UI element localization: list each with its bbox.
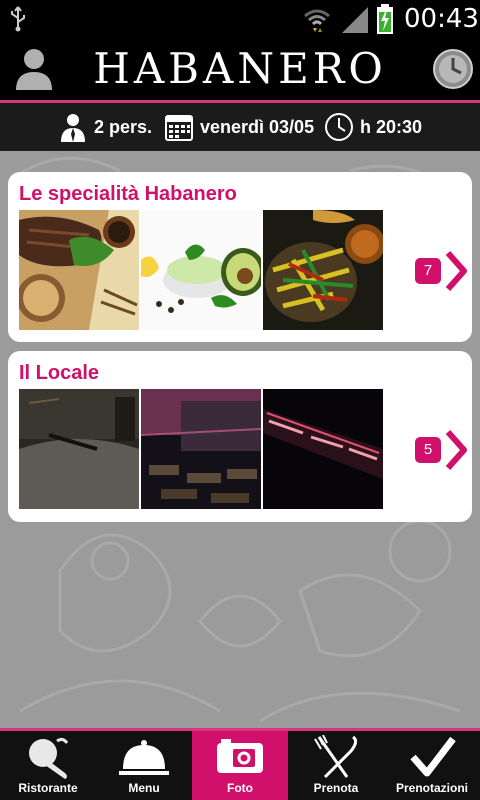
bottom-tab-bar: Ristorante Menu Foto Prenota Prenotazion… <box>0 728 480 800</box>
tab-label: Prenota <box>313 781 359 795</box>
tab-label: Foto <box>227 781 253 795</box>
app-header: HABANERO <box>0 38 480 100</box>
tab-label: Menu <box>128 781 160 795</box>
photo-count-badge: 7 <box>415 258 441 284</box>
chevron-right-icon[interactable] <box>445 430 467 470</box>
tab-label: Ristorante <box>18 781 78 795</box>
usb-icon <box>11 6 25 32</box>
tab-label: Prenotazioni <box>395 781 468 795</box>
photo-galleries: Le specialità Habanero 7 Il Locale 5 <box>0 151 480 728</box>
reservation-date-label: venerdì 03/05 <box>200 116 315 137</box>
tab-foto[interactable]: Foto <box>192 731 288 800</box>
fork-knife-icon <box>314 735 358 779</box>
gallery-card-venue[interactable]: Il Locale 5 <box>8 351 472 522</box>
status-clock: 00:43 <box>404 4 479 34</box>
photo-thumbnail[interactable] <box>263 210 383 330</box>
reservation-date[interactable]: venerdì 03/05 <box>164 109 314 145</box>
party-size[interactable]: 2 pers. <box>58 109 152 145</box>
calendar-icon <box>165 115 193 141</box>
battery-icon <box>377 4 393 34</box>
wifi-icon <box>304 9 330 32</box>
photo-thumbnail[interactable] <box>19 210 139 330</box>
people-icon <box>61 114 85 142</box>
gallery-title: Le specialità Habanero <box>19 183 237 205</box>
clock-icon <box>325 113 353 141</box>
reservation-time-label: h 20:30 <box>360 116 423 137</box>
photo-thumbnail[interactable] <box>141 389 261 509</box>
pepper-icon <box>29 737 69 779</box>
photo-thumbnail[interactable] <box>263 389 383 509</box>
camera-icon <box>217 739 263 773</box>
photo-thumbnail[interactable] <box>141 210 261 330</box>
chevron-right-icon[interactable] <box>445 251 467 291</box>
status-bar: 00:43 <box>0 0 480 38</box>
reservation-bar[interactable]: 2 pers. venerdì 03/05 h 20:30 <box>0 103 480 151</box>
tab-menu[interactable]: Menu <box>96 731 192 800</box>
signal-icon <box>342 7 368 33</box>
tab-prenota[interactable]: Prenota <box>288 731 384 800</box>
tab-prenotazioni[interactable]: Prenotazioni <box>384 731 480 800</box>
gallery-title: Il Locale <box>19 362 100 384</box>
app-logo: HABANERO <box>93 44 387 93</box>
reservation-time[interactable]: h 20:30 <box>324 109 422 145</box>
history-clock-icon[interactable] <box>432 48 474 90</box>
cloche-icon <box>119 740 169 775</box>
photo-count-badge: 5 <box>415 437 441 463</box>
checkmark-icon <box>410 736 456 777</box>
photo-thumbnail[interactable] <box>19 389 139 509</box>
tab-ristorante[interactable]: Ristorante <box>0 731 96 800</box>
gallery-card-specialties[interactable]: Le specialità Habanero 7 <box>8 172 472 342</box>
party-size-label: 2 pers. <box>94 116 153 137</box>
